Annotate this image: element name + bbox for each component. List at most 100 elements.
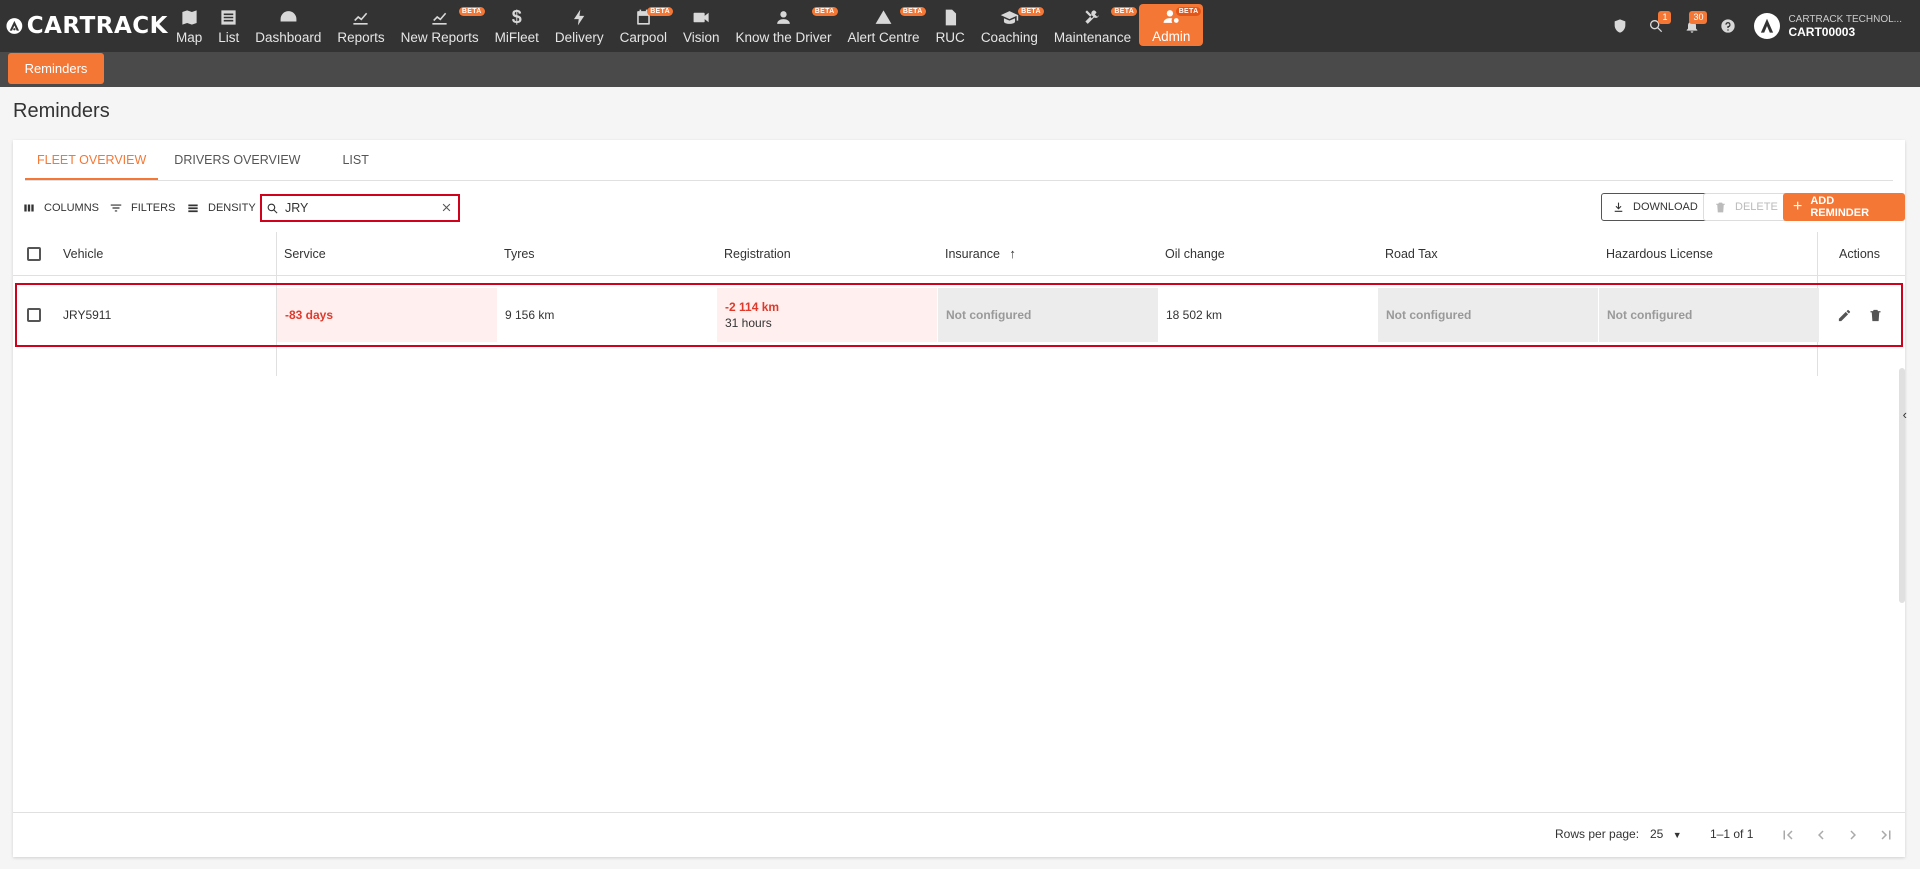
- nav-item-maintenance[interactable]: Maintenance BETA: [1046, 0, 1139, 52]
- main-nav: Map List Dashboard Reports New Reports B…: [168, 0, 1204, 52]
- header-oil-change[interactable]: Oil change: [1165, 232, 1225, 276]
- shield-icon: [1615, 19, 1626, 33]
- table-header: Vehicle Service Tyres Registration Insur…: [13, 232, 1905, 276]
- registration-overdue: -2 114 km: [725, 300, 780, 314]
- nav-item-vision[interactable]: Vision: [675, 0, 728, 52]
- caret-down-icon: ▼: [1672, 830, 1682, 840]
- header-registration[interactable]: Registration: [724, 232, 791, 276]
- cartrack-logo-icon: [6, 18, 23, 34]
- privacy-shield-button[interactable]: [1602, 8, 1638, 44]
- header-vehicle[interactable]: Vehicle: [63, 232, 103, 276]
- service-overdue: -83 days: [285, 308, 334, 322]
- header-tyres[interactable]: Tyres: [504, 232, 535, 276]
- nav-label: New Reports: [400, 30, 479, 45]
- logo[interactable]: CARTRACK: [0, 0, 168, 52]
- nav-item-reports[interactable]: Reports: [329, 0, 392, 52]
- row-checkbox[interactable]: [27, 308, 41, 322]
- cell-service: -83 days: [277, 288, 497, 342]
- notifications-button[interactable]: 30: [1674, 8, 1710, 44]
- nav-item-carpool[interactable]: Carpool BETA: [612, 0, 675, 52]
- nav-item-list[interactable]: List: [210, 0, 247, 52]
- nav-item-mifleet[interactable]: $ MiFleet: [487, 0, 547, 52]
- nav-label: Reports: [337, 30, 385, 45]
- delete-button[interactable]: DELETE: [1703, 193, 1789, 221]
- tab-fleet-overview[interactable]: FLEET OVERVIEW: [25, 140, 159, 180]
- nav-label: MiFleet: [494, 30, 539, 45]
- alert-icon: [874, 7, 894, 27]
- plus-icon: +: [1793, 198, 1803, 215]
- last-page-button[interactable]: [1877, 826, 1895, 844]
- tab-list[interactable]: LIST: [330, 140, 380, 180]
- search-badge: 1: [1658, 11, 1672, 24]
- nav-item-admin[interactable]: Admin BETA: [1139, 4, 1204, 46]
- scrollbar[interactable]: [1899, 368, 1905, 603]
- header-actions: Actions: [1839, 247, 1880, 261]
- beta-badge: BETA: [899, 7, 926, 16]
- vehicle-search-button[interactable]: 1: [1638, 8, 1674, 44]
- edit-button[interactable]: [1837, 308, 1853, 324]
- nav-label: Map: [176, 30, 203, 45]
- header-insurance[interactable]: Insurance ↑: [945, 232, 1016, 276]
- search-icon: [267, 203, 278, 213]
- tab-drivers-overview[interactable]: DRIVERS OVERVIEW: [162, 140, 312, 180]
- add-reminder-label: ADD REMINDER: [1810, 195, 1870, 219]
- chevron-left-icon[interactable]: ‹: [1903, 407, 1907, 422]
- subnav-tab-reminders[interactable]: Reminders: [8, 53, 104, 84]
- help-button[interactable]: [1710, 8, 1746, 44]
- nav-label: Admin: [1152, 29, 1191, 44]
- vehicle-registration: JRY5911: [63, 308, 112, 322]
- previous-page-button[interactable]: [1812, 826, 1830, 844]
- table-row[interactable]: JRY5911 -83 days 9 156 km -2 114 km 31 h…: [15, 283, 1903, 347]
- clear-search-button[interactable]: [440, 201, 453, 214]
- filter-icon: [110, 204, 122, 212]
- reminders-card: FLEET OVERVIEW DRIVERS OVERVIEW LIST COL…: [13, 140, 1907, 857]
- top-navbar: CARTRACK Map List Dashboard Reports New …: [0, 0, 1920, 52]
- dollar-icon: $: [511, 6, 522, 27]
- pencil-icon: [1838, 309, 1851, 322]
- nav-item-new-reports[interactable]: New Reports BETA: [393, 0, 487, 52]
- nav-item-know-the-driver[interactable]: Know the Driver BETA: [727, 0, 839, 52]
- columns-icon: [24, 204, 34, 212]
- trash-icon: [1716, 202, 1725, 212]
- sub-navbar: Reminders: [0, 52, 1920, 87]
- nav-item-dashboard[interactable]: Dashboard: [247, 0, 329, 52]
- nav-label: List: [218, 30, 240, 45]
- rows-per-page-select[interactable]: 25 ▼: [1650, 827, 1682, 841]
- nav-item-delivery[interactable]: Delivery: [547, 0, 612, 52]
- user-menu[interactable]: CARTRACK TECHNOL... CART00003: [1754, 13, 1902, 39]
- driver-icon: [774, 7, 794, 27]
- video-icon: [691, 7, 711, 27]
- nav-label: Delivery: [554, 30, 604, 45]
- download-icon: [1614, 202, 1623, 212]
- header-road-tax[interactable]: Road Tax: [1385, 232, 1438, 276]
- nav-item-map[interactable]: Map: [168, 0, 210, 52]
- header-insurance-label: Insurance: [945, 247, 1000, 261]
- brand-name: CARTRACK: [26, 13, 168, 39]
- columns-button[interactable]: COLUMNS: [22, 193, 99, 223]
- density-button[interactable]: DENSITY: [186, 193, 256, 223]
- close-icon: [442, 203, 451, 212]
- delete-row-button[interactable]: [1868, 308, 1884, 324]
- help-icon: [1721, 19, 1736, 33]
- nav-label: Vision: [682, 30, 720, 45]
- filters-button[interactable]: FILTERS: [109, 193, 175, 223]
- nav-item-ruc[interactable]: RUC: [928, 0, 973, 52]
- select-all-checkbox[interactable]: [27, 247, 41, 261]
- nav-label: Dashboard: [255, 30, 322, 45]
- first-page-button[interactable]: [1779, 826, 1797, 844]
- nav-item-coaching[interactable]: Coaching BETA: [973, 0, 1046, 52]
- cell-vehicle: JRY5911: [55, 288, 275, 342]
- add-reminder-button[interactable]: + ADD REMINDER: [1783, 193, 1905, 221]
- header-hazardous-license[interactable]: Hazardous License: [1606, 232, 1713, 276]
- nav-label: RUC: [935, 30, 965, 45]
- new-reports-icon: [430, 7, 450, 27]
- last-page-icon: [1881, 830, 1891, 840]
- reminder-tabs: FLEET OVERVIEW DRIVERS OVERVIEW LIST: [25, 140, 385, 180]
- beta-badge: BETA: [1018, 7, 1044, 16]
- nav-item-alert-centre[interactable]: Alert Centre BETA: [840, 0, 928, 52]
- download-button[interactable]: DOWNLOAD: [1601, 193, 1709, 221]
- search-input[interactable]: [285, 201, 435, 215]
- header-service[interactable]: Service: [284, 232, 326, 276]
- download-label: DOWNLOAD: [1633, 201, 1698, 213]
- next-page-button[interactable]: [1844, 826, 1862, 844]
